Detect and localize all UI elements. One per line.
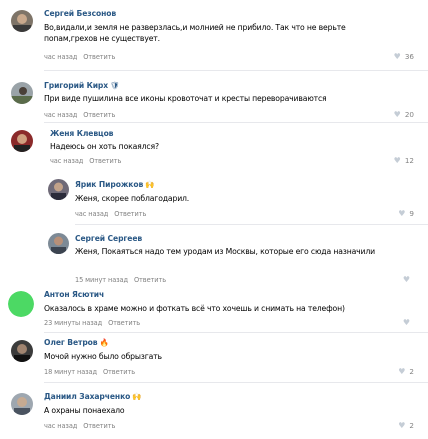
comment-meta: час назад Ответить xyxy=(44,422,115,430)
heart-icon: ♥ xyxy=(402,318,410,327)
comment-author[interactable]: Ярик Пирожков 🙌 xyxy=(75,180,155,189)
heart-icon: ♥ xyxy=(398,367,406,376)
raised-hands-badge-icon: 🙌 xyxy=(132,392,142,401)
like-button[interactable]: ♥ xyxy=(403,275,414,284)
like-count: 9 xyxy=(409,209,414,218)
comment-time[interactable]: 18 минут назад xyxy=(44,368,97,376)
reply-button[interactable]: Ответить xyxy=(83,422,115,430)
comment-item: Женя Клевцов Надеюсь он хоть покаялся? ч… xyxy=(0,122,428,172)
comment-time[interactable]: час назад xyxy=(50,157,83,165)
like-button[interactable]: ♥ 20 xyxy=(394,110,414,119)
comment-text: Надеюсь он хоть покаялся? xyxy=(50,142,159,151)
comment-item: Сергей Безсонов Во,видали,и земля не раз… xyxy=(0,0,428,72)
avatar[interactable] xyxy=(11,130,33,152)
fire-badge-icon: 🔥 xyxy=(99,338,109,347)
heart-icon: ♥ xyxy=(402,275,410,284)
raised-hands-badge-icon: 🙌 xyxy=(145,180,155,189)
comment-author[interactable]: Женя Клевцов xyxy=(50,129,113,138)
comment-text: Мочой нужно было обрызгать xyxy=(44,352,162,361)
comment-item: Григорий Кирх 🛡 При виде пушилина все ико… xyxy=(0,72,428,123)
comment-meta: час назад Ответить xyxy=(75,210,146,218)
reply-button[interactable]: Ответить xyxy=(83,111,115,119)
comment-meta: час назад Ответить xyxy=(44,111,115,119)
comment-author[interactable]: Даниил Захарченко 🙌 xyxy=(44,392,142,401)
like-count: 12 xyxy=(404,156,414,165)
comment-text: А охраны понаехало xyxy=(44,406,125,415)
comment-meta: час назад Ответить xyxy=(44,53,115,61)
like-button[interactable]: ♥ 2 xyxy=(398,367,414,376)
comment-text: Во,видали,и земля не разверзлась,и молни… xyxy=(44,23,346,43)
comment-text: При виде пушилина все иконы кровоточат и… xyxy=(44,94,327,103)
comment-time[interactable]: час назад xyxy=(44,422,77,430)
like-count: 2 xyxy=(409,421,414,430)
comment-author[interactable]: Олег Ветров 🔥 xyxy=(44,338,109,347)
comment-text: Женя, скорее поблагодарил. xyxy=(75,194,190,203)
comment-time[interactable]: час назад xyxy=(75,210,108,218)
reply-button[interactable]: Ответить xyxy=(114,210,146,218)
comment-item: Ярик Пирожков 🙌 Женя, скорее поблагодарил… xyxy=(0,172,428,225)
like-count: 20 xyxy=(404,110,414,119)
like-count: 36 xyxy=(404,52,414,61)
heart-icon: ♥ xyxy=(393,52,401,61)
like-count: 2 xyxy=(409,367,414,376)
comment-author[interactable]: Григорий Кирх 🛡 xyxy=(44,81,120,90)
avatar[interactable] xyxy=(11,393,33,415)
comment-meta: 18 минут назад Ответить xyxy=(44,368,135,376)
like-button[interactable]: ♥ 2 xyxy=(398,421,414,430)
comment-time[interactable]: час назад xyxy=(44,111,77,119)
reply-button[interactable]: Ответить xyxy=(83,53,115,61)
like-button[interactable]: ♥ xyxy=(403,318,414,327)
comment-time[interactable]: час назад xyxy=(44,53,77,61)
comment-meta: 23 минуты назад Ответить xyxy=(44,319,140,327)
like-button[interactable]: ♥ 12 xyxy=(394,156,414,165)
reply-button[interactable]: Ответить xyxy=(108,319,140,327)
comment-meta: 15 минут назад Ответить xyxy=(75,276,166,284)
avatar[interactable] xyxy=(11,82,33,104)
avatar[interactable] xyxy=(11,10,33,32)
comment-author[interactable]: Антон Ясютич xyxy=(44,290,104,299)
comment-item: Сергей Сергеев Женя, Покаяться надо тем … xyxy=(0,224,428,286)
comment-author[interactable]: Сергей Сергеев xyxy=(75,234,142,243)
comment-time[interactable]: 23 минуты назад xyxy=(44,319,102,327)
comment-item: Антон Ясютич Оказалось в храме можно и ф… xyxy=(0,286,428,333)
divider xyxy=(44,70,428,71)
like-button[interactable]: ♥ 9 xyxy=(398,209,414,218)
comment-text: Оказалось в храме можно и фоткать всё чт… xyxy=(44,304,345,313)
comment-author[interactable]: Сергей Безсонов xyxy=(44,9,116,18)
avatar[interactable] xyxy=(11,340,33,362)
comment-item: Олег Ветров 🔥 Мочой нужно было обрызгать … xyxy=(0,332,428,383)
heart-icon: ♥ xyxy=(393,110,401,119)
reply-button[interactable]: Ответить xyxy=(103,368,135,376)
comment-item: Даниил Захарченко 🙌 А охраны понаехало ча… xyxy=(0,382,428,439)
comment-meta: час назад Ответить xyxy=(50,157,121,165)
shield-badge-icon: 🛡 xyxy=(110,81,120,90)
heart-icon: ♥ xyxy=(398,421,406,430)
avatar[interactable] xyxy=(48,179,69,200)
heart-icon: ♥ xyxy=(398,209,406,218)
reply-button[interactable]: Ответить xyxy=(89,157,121,165)
like-button[interactable]: ♥ 36 xyxy=(394,52,414,61)
reply-button[interactable]: Ответить xyxy=(134,276,166,284)
avatar[interactable] xyxy=(48,233,69,254)
avatar[interactable] xyxy=(8,291,34,317)
comment-time[interactable]: 15 минут назад xyxy=(75,276,128,284)
comment-text: Женя, Покаяться надо тем уродам из Москв… xyxy=(75,247,375,256)
heart-icon: ♥ xyxy=(393,156,401,165)
comments-list: Сергей Безсонов Во,видали,и земля не раз… xyxy=(0,0,428,439)
